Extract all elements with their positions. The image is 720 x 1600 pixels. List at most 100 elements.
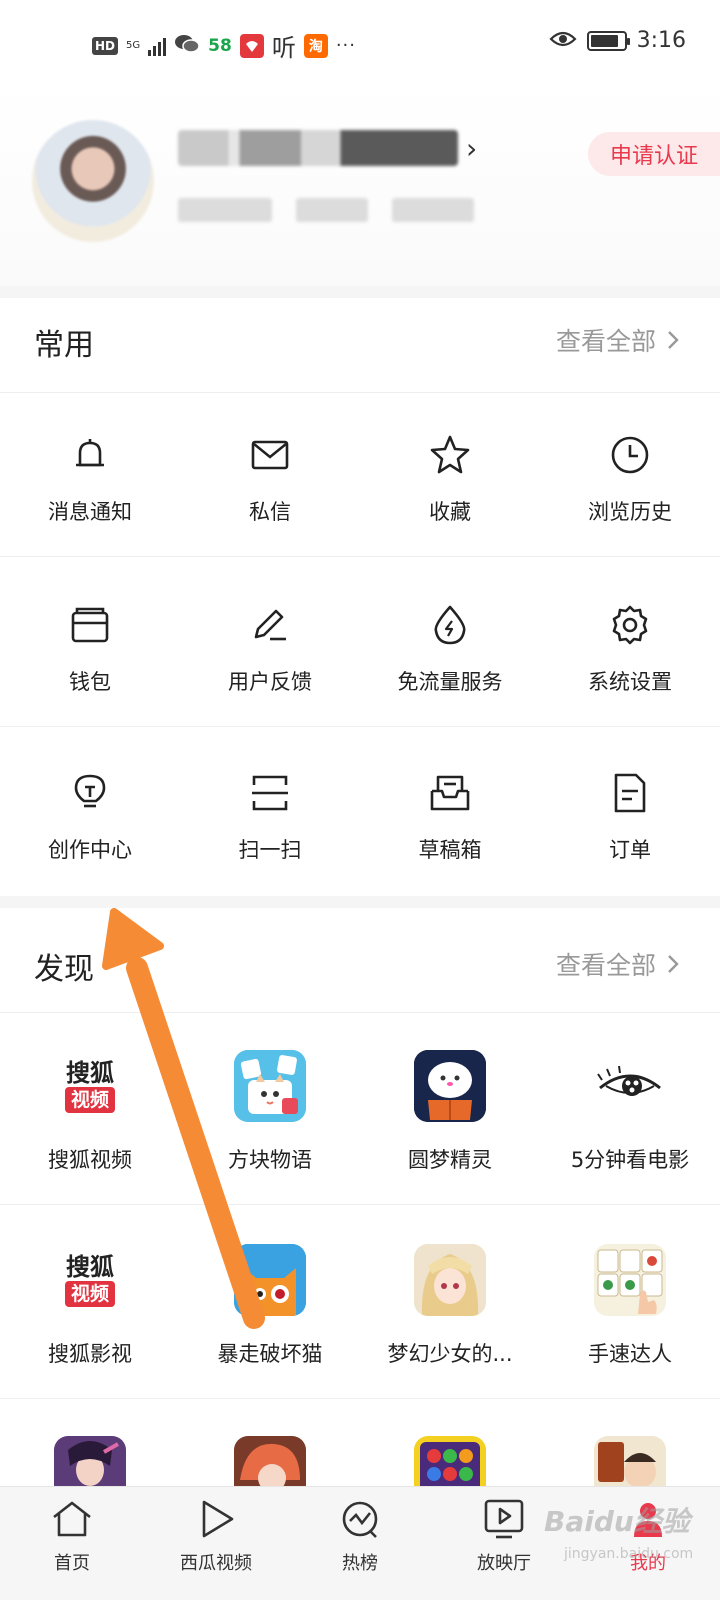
sohu-logo-text: 搜狐 [66, 1253, 114, 1281]
app-item-speed-master[interactable]: 手速达人 [540, 1244, 720, 1368]
more-notifications-icon: ··· [335, 35, 356, 56]
pen-icon [243, 598, 297, 652]
mail-icon [243, 428, 297, 482]
menu-label: 用户反馈 [228, 670, 312, 694]
app-label: 搜狐影视 [48, 1342, 132, 1366]
app-58-icon: 58 [208, 35, 232, 56]
status-bar: HD 5G 58 听 淘 ··· 3:16 [0, 0, 720, 86]
nav-label: 西瓜视频 [180, 1553, 252, 1574]
nav-home[interactable]: 首页 [0, 1487, 144, 1600]
menu-label: 收藏 [429, 500, 471, 524]
chevron-right-icon[interactable]: › [466, 132, 477, 165]
common-section-header: 常用 查看全部 [0, 290, 720, 390]
menu-item-free-data[interactable]: 免流量服务 [360, 598, 540, 696]
menu-item-notifications[interactable]: 消息通知 [0, 428, 180, 526]
rampage-cat-icon [234, 1244, 306, 1316]
menu-label: 系统设置 [588, 670, 672, 694]
app-label: 梦幻少女的... [387, 1342, 513, 1366]
divider [0, 1012, 720, 1013]
user-stats-blurred [178, 198, 474, 222]
menu-label: 浏览历史 [588, 500, 672, 524]
app-label: 5分钟看电影 [570, 1148, 690, 1172]
menu-label: 钱包 [69, 670, 111, 694]
common-view-all-link[interactable]: 查看全部 [556, 322, 680, 358]
draft-box-icon [423, 766, 477, 820]
menu-item-wallet[interactable]: 钱包 [0, 598, 180, 696]
battery-icon [586, 30, 630, 51]
menu-label: 免流量服务 [397, 670, 503, 694]
nav-xigua-video[interactable]: 西瓜视频 [144, 1487, 288, 1600]
menu-item-messages[interactable]: 私信 [180, 428, 360, 526]
wallet-icon [63, 598, 117, 652]
menu-label: 草稿箱 [418, 838, 482, 862]
baidu-watermark: Baidu经验 jingyan.baidu.com [540, 1488, 720, 1598]
wechat-icon [174, 33, 200, 59]
menu-item-orders[interactable]: 订单 [540, 766, 720, 864]
avatar[interactable] [32, 120, 154, 242]
app-item-dream-girl[interactable]: 梦幻少女的... [360, 1244, 540, 1368]
divider [0, 1398, 720, 1399]
play-icon [194, 1497, 238, 1541]
divider [0, 726, 720, 727]
chevron-right-icon [668, 331, 679, 349]
divider [0, 556, 720, 557]
divider [0, 1204, 720, 1205]
discover-section-header: 发现 查看全部 [0, 914, 720, 1014]
common-row-3: 创作中心 扫一扫 草稿箱 订单 [0, 766, 720, 864]
home-icon [50, 1497, 94, 1541]
menu-label: 扫一扫 [238, 838, 302, 862]
film-eye-icon [594, 1050, 666, 1122]
username-blurred[interactable] [178, 130, 458, 166]
menu-item-scan[interactable]: 扫一扫 [180, 766, 360, 864]
divider [0, 392, 720, 393]
app-item-5min-movie[interactable]: 5分钟看电影 [540, 1050, 720, 1174]
view-all-label: 查看全部 [555, 327, 656, 356]
trending-icon [338, 1497, 382, 1541]
star-icon [423, 428, 477, 482]
dream-sprite-icon [414, 1050, 486, 1122]
menu-label: 私信 [249, 500, 291, 524]
app-label: 圆梦精灵 [408, 1148, 492, 1172]
nav-label: 放映厅 [477, 1553, 531, 1574]
app-label: 暴走破坏猫 [217, 1342, 323, 1366]
common-row-2: 钱包 用户反馈 免流量服务 系统设置 [0, 598, 720, 696]
app-item-sohu-film[interactable]: 搜狐 视频 搜狐影视 [0, 1244, 180, 1368]
app-item-dream-sprite[interactable]: 圆梦精灵 [360, 1050, 540, 1174]
screen-play-icon [482, 1497, 526, 1541]
app-item-block-story[interactable]: 方块物语 [180, 1050, 360, 1174]
sohu-logo-badge: 视频 [64, 1087, 115, 1113]
menu-item-favorites[interactable]: 收藏 [360, 428, 540, 526]
watermark-url: jingyan.baidu.com [564, 1546, 694, 1562]
divider [0, 896, 720, 908]
app-ting-icon: 听 [271, 34, 296, 62]
watermark-logo: Baidu经验 [544, 1505, 690, 1538]
app-item-sohu-video[interactable]: 搜狐 视频 搜狐视频 [0, 1050, 180, 1174]
dream-girl-icon [414, 1244, 486, 1316]
sohu-video-icon: 搜狐 视频 [54, 1050, 126, 1122]
signal-icon [148, 36, 167, 56]
app-label: 搜狐视频 [48, 1148, 132, 1172]
menu-item-feedback[interactable]: 用户反馈 [180, 598, 360, 696]
discover-row-1: 搜狐 视频 搜狐视频 方块物语 圆梦精灵 5分钟看电影 [0, 1050, 720, 1174]
clock-time: 3:16 [636, 28, 686, 53]
section-title-discover: 发现 [34, 952, 94, 987]
profile-header[interactable]: › 申请认证 [0, 86, 720, 286]
nav-label: 热榜 [342, 1553, 378, 1574]
app-item-rampage-cat[interactable]: 暴走破坏猫 [180, 1244, 360, 1368]
network-type: 5G [126, 39, 141, 51]
apply-verification-button[interactable]: 申请认证 [588, 132, 720, 176]
menu-label: 消息通知 [48, 500, 132, 524]
menu-label: 订单 [609, 838, 651, 862]
menu-item-settings[interactable]: 系统设置 [540, 598, 720, 696]
menu-item-creator-center[interactable]: 创作中心 [0, 766, 180, 864]
nav-hot-list[interactable]: 热榜 [288, 1487, 432, 1600]
menu-label: 创作中心 [48, 838, 132, 862]
sohu-logo-text: 搜狐 [66, 1059, 114, 1087]
sohu-film-icon: 搜狐 视频 [54, 1244, 126, 1316]
scan-icon [243, 766, 297, 820]
section-title-common: 常用 [34, 328, 94, 363]
menu-item-history[interactable]: 浏览历史 [540, 428, 720, 526]
discover-view-all-link[interactable]: 查看全部 [556, 946, 680, 982]
mahjong-tiles-icon [594, 1244, 666, 1316]
menu-item-drafts[interactable]: 草稿箱 [360, 766, 540, 864]
